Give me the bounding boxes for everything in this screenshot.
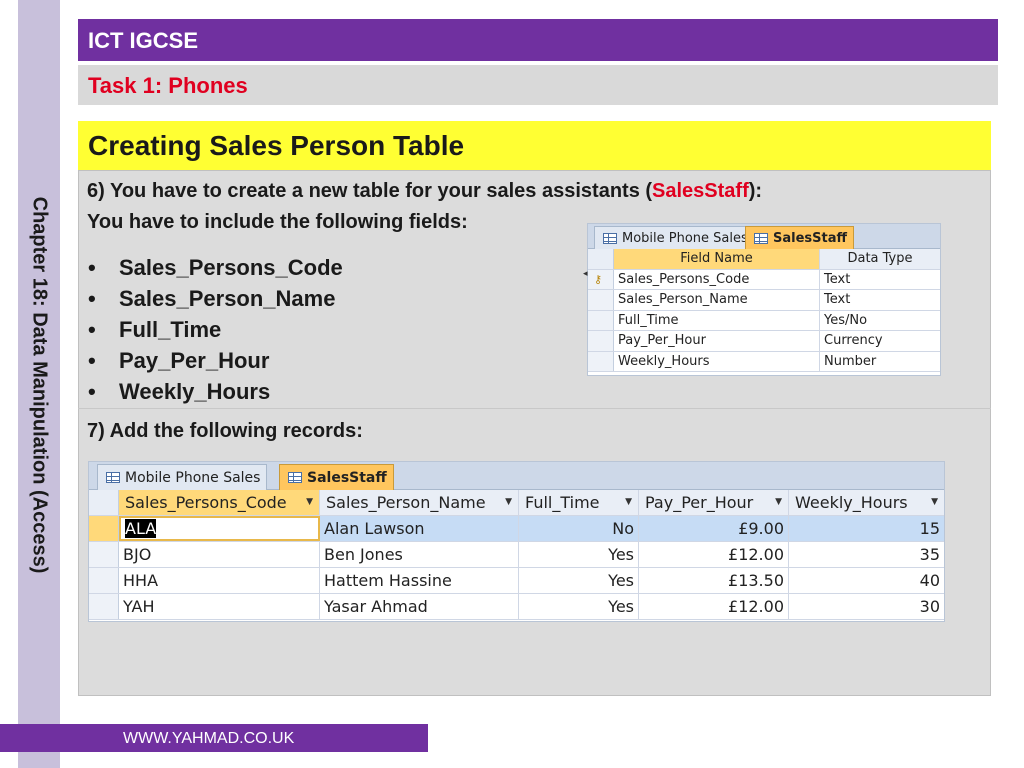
header-title: ICT IGCSE <box>88 28 199 53</box>
table-row[interactable]: ALA Alan Lawson No £9.00 15 <box>89 516 944 542</box>
table-datasheet-view: Mobile Phone Sales SalesStaff Sales_Pers… <box>88 461 945 622</box>
footer-bar: WWW.YAHMAD.CO.UK <box>0 724 428 752</box>
row-indicator-arrow-icon: ◂ <box>583 268 588 278</box>
instruction-6-table-name: SalesStaff <box>652 180 749 202</box>
dropdown-arrow-icon[interactable]: ▼ <box>775 490 782 515</box>
tab-mobile-phone-sales[interactable]: Mobile Phone Sales <box>97 464 268 490</box>
section-title-bar: Creating Sales Person Table <box>78 121 991 170</box>
datasheet-tab-strip: Mobile Phone Sales SalesStaff <box>89 462 944 490</box>
datasheet-grid: Sales_Persons_Code ▼ Sales_Person_Name ▼ F… <box>89 490 944 620</box>
instruction-6-prefix: 6) You have to create a new table for yo… <box>87 180 653 202</box>
dropdown-arrow-icon[interactable]: ▼ <box>306 490 313 515</box>
table-row[interactable]: YAH Yasar Ahmad Yes £12.00 30 <box>89 594 944 620</box>
footer-website[interactable]: WWW.YAHMAD.CO.UK <box>123 730 294 748</box>
primary-key-icon: ⚷ <box>594 272 603 286</box>
list-item: • Weekly_Hours <box>88 379 271 404</box>
tab-salesstaff[interactable]: SalesStaff <box>745 226 855 249</box>
table-icon <box>288 472 302 483</box>
column-header-weekly-hours[interactable]: Weekly_Hours ▼ <box>789 490 944 515</box>
table-icon <box>106 472 120 483</box>
list-item: • Full_Time <box>88 317 222 342</box>
field-list: • Sales_Persons_Code • Sales_Person_Name •… <box>86 252 343 407</box>
datasheet-header-row: Sales_Persons_Code ▼ Sales_Person_Name ▼ F… <box>89 490 944 516</box>
column-header-field-name[interactable]: Field Name <box>614 249 820 269</box>
column-header-sales-person-name[interactable]: Sales_Person_Name ▼ <box>320 490 519 515</box>
instruction-6: 6) You have to create a new table for yo… <box>87 180 762 203</box>
instruction-6-line2: You have to include the following fields… <box>87 211 468 233</box>
task-title: Task 1: Phones <box>88 73 248 98</box>
dropdown-arrow-icon[interactable]: ▼ <box>931 490 938 515</box>
tab-mobile-phone-sales[interactable]: Mobile Phone Sales <box>594 226 755 249</box>
active-cell[interactable]: ALA <box>119 516 320 541</box>
header-bar: ICT IGCSE <box>78 19 998 61</box>
column-header-sales-persons-code[interactable]: Sales_Persons_Code ▼ <box>119 490 320 515</box>
table-icon <box>603 232 617 244</box>
list-item: • Sales_Person_Name <box>88 286 336 311</box>
table-row[interactable]: Full_Time Yes/No <box>588 310 940 331</box>
table-row[interactable]: Weekly_Hours Number <box>588 351 940 372</box>
task-bar: Task 1: Phones <box>78 65 998 105</box>
chapter-title: Chapter 18: Data Manipulation (Access) <box>28 196 51 574</box>
content-divider <box>78 408 991 409</box>
table-icon <box>754 232 768 244</box>
instruction-6-suffix: ): <box>748 180 763 202</box>
design-header-row: Field Name Data Type <box>588 249 940 270</box>
column-header-full-time[interactable]: Full_Time ▼ <box>519 490 639 515</box>
table-row[interactable]: ⚷ Sales_Persons_Code Text <box>588 269 940 290</box>
column-header-data-type[interactable]: Data Type <box>820 249 940 269</box>
instruction-7: 7) Add the following records: <box>87 420 363 442</box>
design-grid: Field Name Data Type ⚷ Sales_Persons_Cod… <box>588 249 940 372</box>
section-title: Creating Sales Person Table <box>88 130 465 161</box>
table-design-view: Mobile Phone Sales SalesStaff Field Name… <box>587 223 941 376</box>
design-tab-strip: Mobile Phone Sales SalesStaff <box>588 224 940 249</box>
table-row[interactable]: Sales_Person_Name Text <box>588 290 940 311</box>
table-row[interactable]: BJO Ben Jones Yes £12.00 35 <box>89 542 944 568</box>
list-item: • Sales_Persons_Code <box>88 255 343 280</box>
tab-salesstaff[interactable]: SalesStaff <box>279 464 394 490</box>
column-header-pay-per-hour[interactable]: Pay_Per_Hour ▼ <box>639 490 789 515</box>
dropdown-arrow-icon[interactable]: ▼ <box>505 490 512 515</box>
list-item: • Pay_Per_Hour <box>88 348 270 373</box>
table-row[interactable]: HHA Hattem Hassine Yes £13.50 40 <box>89 568 944 594</box>
table-row[interactable]: Pay_Per_Hour Currency <box>588 331 940 352</box>
dropdown-arrow-icon[interactable]: ▼ <box>625 490 632 515</box>
